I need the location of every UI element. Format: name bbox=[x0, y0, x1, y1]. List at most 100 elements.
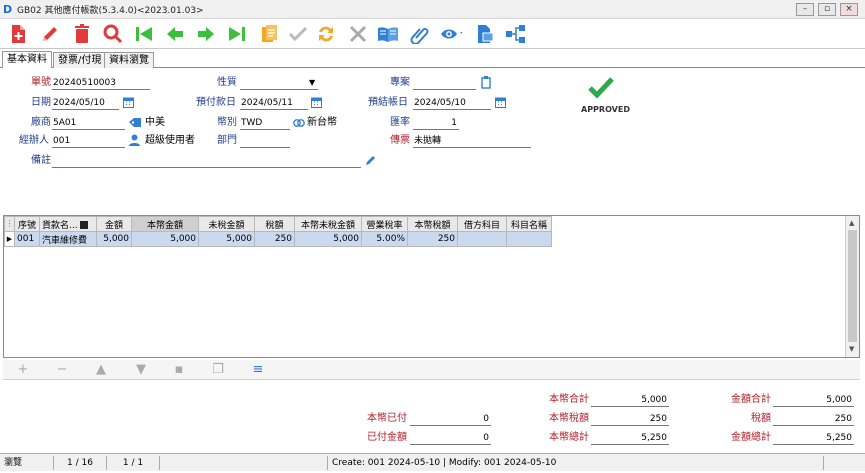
new-doc-icon[interactable] bbox=[7, 23, 29, 45]
cell-local-amount[interactable]: 5,000 bbox=[131, 231, 199, 247]
dept-field[interactable] bbox=[240, 135, 290, 148]
cancel-icon[interactable] bbox=[347, 23, 369, 45]
maximize-button[interactable]: ▫ bbox=[818, 3, 836, 16]
add-row-icon[interactable]: + bbox=[15, 362, 31, 378]
last-icon[interactable] bbox=[226, 23, 248, 45]
scroll-up-icon[interactable]: ▲ bbox=[849, 219, 854, 227]
move-down-icon[interactable]: ▼ bbox=[133, 362, 149, 378]
scroll-thumb[interactable] bbox=[848, 230, 857, 342]
cell-seq[interactable]: 001 bbox=[14, 231, 40, 247]
scroll-down-icon[interactable]: ▼ bbox=[849, 345, 854, 353]
copy-doc-icon[interactable] bbox=[258, 23, 280, 45]
stack-icon[interactable]: ▪ bbox=[171, 362, 187, 378]
col-header[interactable]: 稅額 bbox=[254, 216, 295, 232]
coins-icon[interactable] bbox=[293, 117, 305, 132]
view-icon[interactable] bbox=[440, 23, 462, 45]
rate-label: 匯率 bbox=[390, 117, 410, 128]
tab-invoice-payment[interactable]: 發票/付現 bbox=[53, 52, 107, 68]
project-field[interactable] bbox=[413, 77, 476, 90]
remove-row-icon[interactable]: − bbox=[54, 362, 70, 378]
handler-name: 超級使用者 bbox=[145, 135, 195, 146]
col-header[interactable]: 借方科目 bbox=[457, 216, 507, 232]
edit-icon[interactable] bbox=[39, 23, 61, 45]
doc-no-label: 單號 bbox=[31, 77, 51, 88]
closedate-field[interactable]: 2024/05/10 bbox=[413, 97, 491, 110]
vendor-label: 廠商 bbox=[31, 117, 51, 128]
handler-code-field[interactable]: 001 bbox=[52, 135, 125, 148]
cell-pretax-amount[interactable]: 5,000 bbox=[198, 231, 255, 247]
flow-icon[interactable] bbox=[505, 23, 527, 45]
tab-strip: 基本資料 發票/付現 資料瀏覽 bbox=[0, 50, 865, 68]
col-header[interactable]: 科目名稱 bbox=[506, 216, 552, 232]
rate-field[interactable]: 1 bbox=[413, 117, 459, 130]
attach-icon[interactable] bbox=[408, 23, 430, 45]
paid-amount-value: 0 bbox=[410, 432, 491, 445]
col-header[interactable]: 貨款名... bbox=[39, 216, 97, 232]
window-title: GB02 其他應付帳款(5.3.4.0)<2023.01.03> bbox=[17, 6, 204, 16]
paid-amount-label: 已付金額 bbox=[367, 432, 407, 443]
local-sum-value: 5,000 bbox=[591, 394, 669, 407]
next-icon[interactable] bbox=[195, 23, 217, 45]
export-icon[interactable] bbox=[474, 23, 496, 45]
cell-tax[interactable]: 250 bbox=[254, 231, 295, 247]
search-icon[interactable] bbox=[102, 23, 124, 45]
calendar-icon[interactable] bbox=[495, 96, 506, 111]
col-header[interactable]: 本幣稅額 bbox=[407, 216, 458, 232]
close-button[interactable]: × bbox=[840, 3, 858, 16]
dept-label: 部門 bbox=[217, 135, 237, 146]
grid-header-row: ⋮ 序號 貨款名... 金額 本幣金額 未稅金額 稅額 本幣未稅金額 營業稅率 … bbox=[4, 216, 552, 232]
col-header[interactable]: 金額 bbox=[96, 216, 132, 232]
first-icon[interactable] bbox=[133, 23, 155, 45]
tab-data-browse[interactable]: 資料瀏覽 bbox=[104, 52, 154, 68]
copy-row-icon[interactable]: ❐ bbox=[210, 362, 226, 378]
status-audit: Create: 001 2024-05-10 | Modify: 001 202… bbox=[328, 456, 824, 470]
cell-item-name[interactable]: 汽車維修費 bbox=[39, 231, 97, 247]
user-icon[interactable] bbox=[129, 134, 140, 149]
cell-local-tax[interactable]: 250 bbox=[407, 231, 458, 247]
pen-icon[interactable] bbox=[365, 155, 377, 169]
menu-icon[interactable]: ≡ bbox=[250, 362, 266, 378]
nature-select[interactable] bbox=[240, 77, 318, 90]
book-icon[interactable] bbox=[377, 23, 399, 45]
cell-account-name[interactable] bbox=[506, 231, 552, 247]
amount-sum-value: 5,000 bbox=[773, 394, 854, 407]
local-paid-label: 本幣已付 bbox=[367, 413, 407, 424]
tab-basic-info[interactable]: 基本資料 bbox=[2, 51, 52, 68]
col-header[interactable]: 本幣未稅金額 bbox=[294, 216, 362, 232]
cell-amount[interactable]: 5,000 bbox=[96, 231, 132, 247]
vendor-code-field[interactable]: 5A01 bbox=[52, 117, 125, 130]
note-field[interactable] bbox=[52, 155, 361, 168]
chevron-down-icon[interactable]: ▼ bbox=[309, 77, 315, 89]
paydate-field[interactable]: 2024/05/11 bbox=[240, 97, 308, 110]
cell-debit-account[interactable] bbox=[457, 231, 507, 247]
main-toolbar bbox=[0, 19, 865, 49]
paydate-label: 預付款日 bbox=[196, 97, 236, 108]
move-up-icon[interactable]: ▲ bbox=[93, 362, 109, 378]
currency-code-field[interactable]: TWD bbox=[240, 117, 290, 130]
calendar-icon[interactable] bbox=[123, 96, 134, 111]
row-selector-header[interactable]: ⋮ bbox=[4, 216, 15, 232]
cell-tax-rate[interactable]: 5.00% bbox=[361, 231, 408, 247]
tag-icon[interactable] bbox=[128, 117, 142, 131]
col-header[interactable]: 營業稅率 bbox=[361, 216, 408, 232]
cell-local-pretax[interactable]: 5,000 bbox=[294, 231, 362, 247]
transfer-label: 傳票 bbox=[390, 135, 410, 146]
calendar-icon[interactable] bbox=[311, 96, 322, 111]
currency-name: 新台幣 bbox=[307, 117, 337, 128]
refresh-icon[interactable] bbox=[315, 23, 337, 45]
doc-no-field[interactable]: 20240510003 bbox=[52, 77, 150, 90]
col-header[interactable]: 本幣金額 bbox=[131, 216, 199, 232]
col-header[interactable]: 序號 bbox=[14, 216, 40, 232]
minimize-button[interactable]: – bbox=[796, 3, 814, 16]
col-header[interactable]: 未稅金額 bbox=[198, 216, 255, 232]
status-record: 1 / 16 bbox=[54, 456, 107, 470]
amount-total-value: 5,250 bbox=[773, 432, 854, 445]
date-field[interactable]: 2024/05/10 bbox=[52, 97, 119, 110]
confirm-icon[interactable] bbox=[287, 23, 309, 45]
delete-icon[interactable] bbox=[71, 23, 93, 45]
prev-icon[interactable] bbox=[164, 23, 186, 45]
clipboard-icon[interactable] bbox=[481, 76, 491, 92]
table-row[interactable]: ▶ 001 汽車維修費 5,000 5,000 5,000 250 5,000 … bbox=[4, 231, 552, 247]
grid-vertical-scrollbar[interactable]: ▲ ▼ bbox=[845, 216, 859, 357]
local-total-value: 5,250 bbox=[591, 432, 669, 445]
